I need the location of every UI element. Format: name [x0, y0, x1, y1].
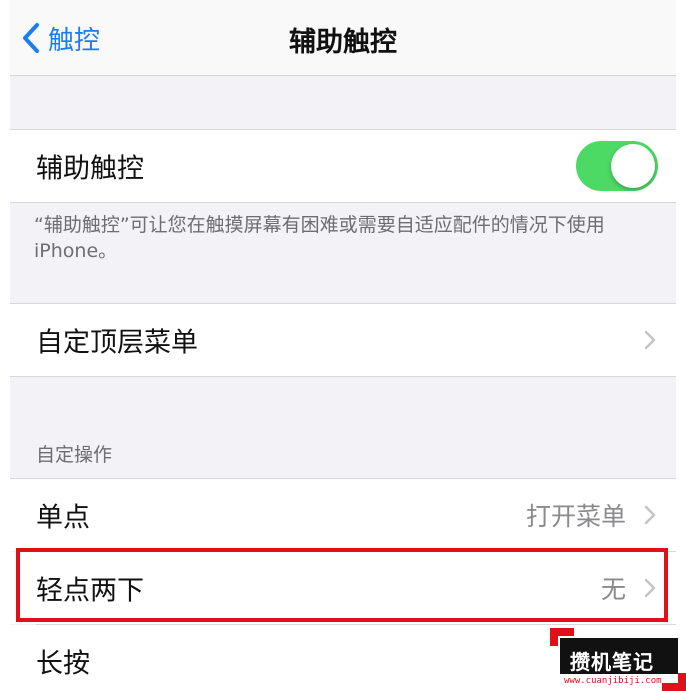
action-row-single-tap[interactable]: 单点 打开菜单: [10, 479, 676, 551]
assistive-touch-toggle[interactable]: [576, 141, 658, 191]
action-value: 打开菜单: [525, 502, 626, 531]
custom-top-menu-row[interactable]: 自定顶层菜单: [10, 304, 676, 376]
custom-top-menu-label: 自定顶层菜单: [36, 327, 198, 359]
divider: [10, 376, 676, 377]
watermark-url: www.cuanjibiji.com: [564, 676, 662, 686]
navigation-bar: 触控 辅助触控: [10, 0, 676, 76]
watermark-logo: 攒机笔记 www.cuanjibiji.com: [550, 628, 686, 691]
watermark-text: 攒机笔记: [570, 650, 654, 674]
toggle-knob: [611, 144, 655, 188]
chevron-right-icon: [644, 578, 656, 598]
chevron-right-icon: [644, 505, 656, 525]
action-row-double-tap[interactable]: 轻点两下 无: [10, 552, 676, 624]
action-label: 单点: [36, 502, 90, 534]
assistive-touch-description: “辅助触控”可让您在触摸屏幕有困难或需要自适应配件的情况下使用iPhone。: [34, 214, 605, 262]
section-header-custom-actions: 自定操作: [36, 444, 113, 466]
settings-screen: 触控 辅助触控 辅助触控 “辅助触控”可让您在触摸屏幕有困难或需要自适应配件的情…: [10, 0, 676, 691]
action-label: 长按: [36, 648, 90, 680]
assistive-touch-label: 辅助触控: [36, 153, 144, 185]
page-title: 辅助触控: [289, 27, 397, 58]
divider: [10, 202, 676, 203]
assistive-touch-row: 辅助触控: [10, 130, 676, 202]
action-label: 轻点两下: [36, 575, 144, 607]
action-value: 无: [600, 575, 626, 604]
chevron-right-icon: [644, 330, 656, 350]
